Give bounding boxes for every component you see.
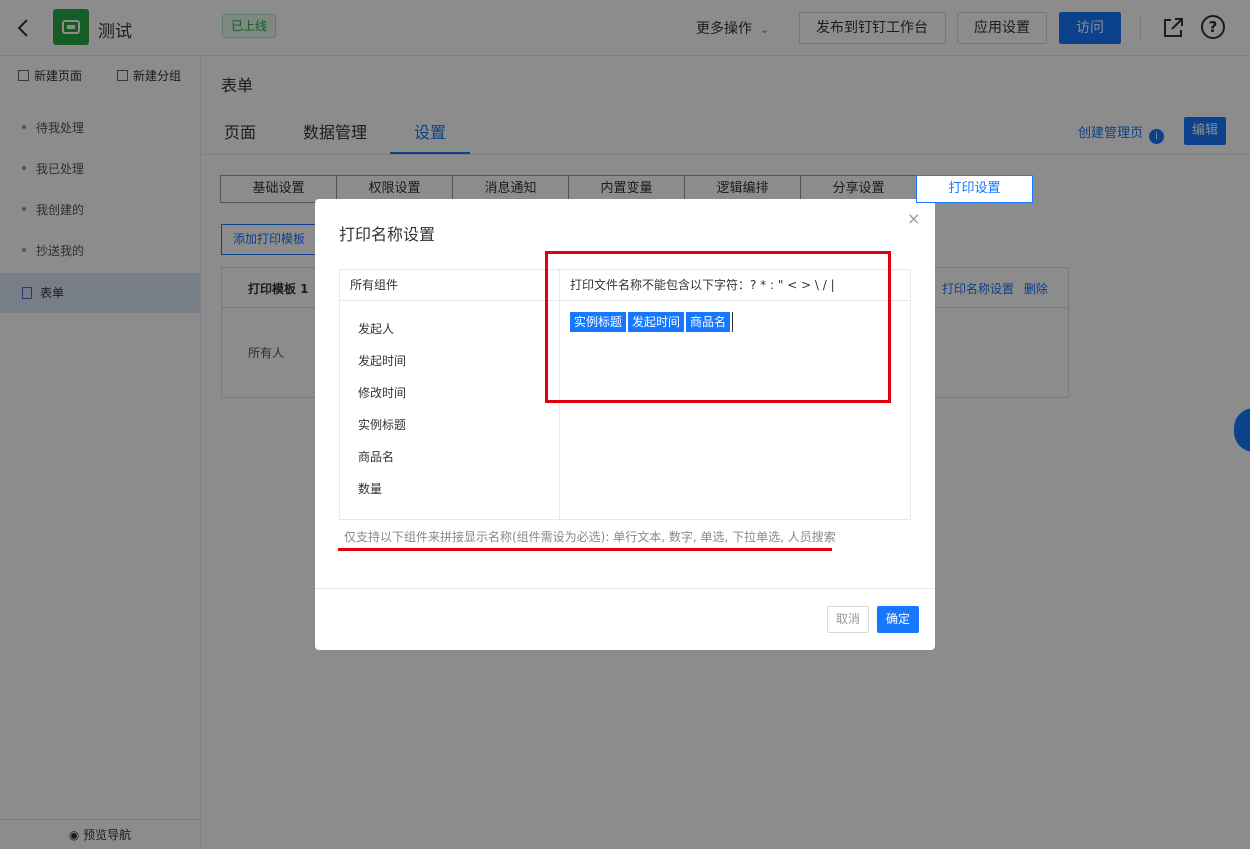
component-item[interactable]: 修改时间 (358, 384, 406, 401)
component-item[interactable]: 数量 (358, 480, 382, 497)
component-item[interactable]: 商品名 (358, 448, 394, 465)
supported-components-hint: 仅支持以下组件来拼接显示名称(组件需设为必选): 单行文本, 数字, 单选, 下… (344, 530, 836, 544)
component-item[interactable]: 发起人 (358, 320, 394, 337)
close-icon[interactable]: × (907, 209, 920, 228)
components-header: 所有组件 (340, 270, 559, 301)
confirm-button[interactable]: 确定 (877, 606, 919, 633)
dialog-title: 打印名称设置 (339, 225, 436, 244)
annotation-underline (338, 548, 832, 551)
cancel-button[interactable]: 取消 (827, 606, 869, 633)
annotation-highlight-box (545, 251, 891, 403)
component-item[interactable]: 发起时间 (358, 352, 406, 369)
footer-divider (315, 588, 935, 589)
subtab-print[interactable]: 打印设置 (916, 175, 1033, 203)
components-list: 所有组件 发起人 发起时间 修改时间 实例标题 商品名 数量 (340, 270, 560, 519)
component-item[interactable]: 实例标题 (358, 416, 406, 433)
